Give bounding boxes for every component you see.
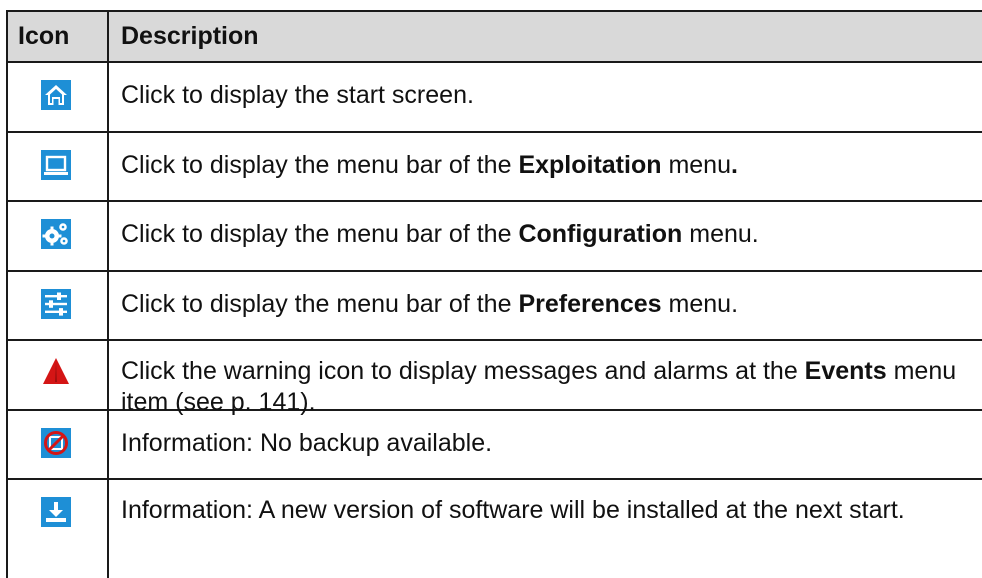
header-description: Description <box>121 22 259 50</box>
home-icon <box>41 80 71 110</box>
sliders-icon <box>41 289 71 319</box>
row-home-description: Click to display the start screen. <box>121 81 474 109</box>
download-icon <box>41 497 71 527</box>
icon-description-table: Icon Description Click to display the st… <box>6 10 982 578</box>
warning-icon <box>41 356 71 386</box>
row-events-description: Click the warning icon to display messag… <box>121 357 957 416</box>
row-preferences-description: Click to display the menu bar of the Pre… <box>121 290 739 318</box>
header-icon: Icon <box>18 22 70 50</box>
row-configuration-description: Click to display the menu bar of the Con… <box>121 220 759 248</box>
row-exploitation-description: Click to display the menu bar of the Exp… <box>121 151 738 179</box>
row-no-backup-description: Information: No backup available. <box>121 429 493 457</box>
no-backup-icon <box>41 428 71 458</box>
row-new-version-description: Information: A new version of software w… <box>121 496 905 524</box>
gears-icon <box>41 219 71 249</box>
table-header: Icon Description <box>6 10 982 62</box>
laptop-icon <box>41 150 71 180</box>
